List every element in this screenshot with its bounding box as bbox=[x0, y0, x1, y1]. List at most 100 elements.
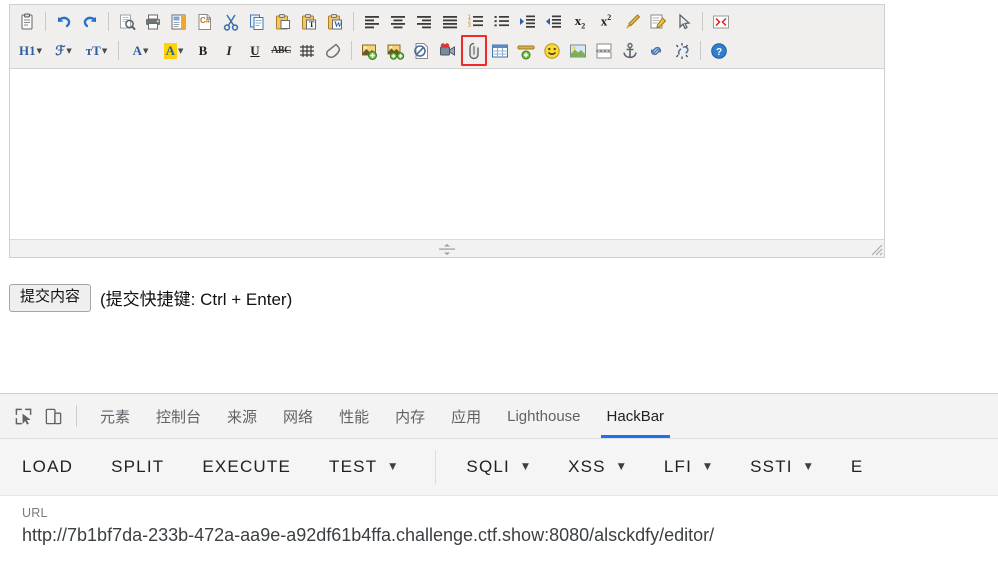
hackbar-url-label: URL bbox=[22, 506, 48, 520]
print-preview-icon[interactable] bbox=[114, 9, 140, 35]
devtools-tab-来源[interactable]: 来源 bbox=[214, 395, 270, 438]
hackbar-action-group: LOAD SPLIT EXECUTE TEST ▼ bbox=[22, 457, 435, 477]
heading-select[interactable]: H1 ▼ bbox=[14, 38, 47, 64]
align-justify-icon[interactable] bbox=[437, 9, 463, 35]
indent-increase-icon[interactable] bbox=[515, 9, 541, 35]
strikethrough-button[interactable]: ABC bbox=[268, 38, 294, 64]
background-color-select[interactable]: A ▼ bbox=[157, 38, 190, 64]
hackbar-button-sqli[interactable]: SQLI ▼ bbox=[466, 457, 530, 477]
vertical-resize-handle[interactable] bbox=[437, 243, 457, 255]
devtools-tab-性能[interactable]: 性能 bbox=[326, 395, 382, 438]
align-right-icon[interactable] bbox=[411, 9, 437, 35]
devtools-tab-元素[interactable]: 元素 bbox=[87, 395, 143, 438]
chevron-down-icon: ▼ bbox=[617, 462, 626, 472]
text-color-select[interactable]: A ▼ bbox=[124, 38, 157, 64]
text-color-select-label: A bbox=[132, 42, 142, 58]
remove-format-grid-icon[interactable] bbox=[294, 38, 320, 64]
indent-decrease-icon[interactable] bbox=[541, 9, 567, 35]
font-size-select-label: ᴛT bbox=[85, 42, 101, 58]
heading-select-label: H1 bbox=[18, 42, 36, 58]
inspect-element-icon bbox=[15, 408, 31, 425]
code-csharp-icon[interactable]: C# bbox=[192, 9, 218, 35]
ordered-list-icon[interactable]: 123 bbox=[463, 9, 489, 35]
hackbar-button-test[interactable]: TEST ▼ bbox=[329, 457, 397, 477]
devtools-tab-内存[interactable]: 内存 bbox=[382, 395, 438, 438]
insert-horizontal-rule-icon[interactable] bbox=[513, 38, 539, 64]
chevron-down-icon: ▼ bbox=[389, 462, 398, 472]
fullscreen-icon[interactable] bbox=[708, 9, 734, 35]
hackbar-button-label: SPLIT bbox=[111, 457, 165, 476]
font-family-select[interactable]: ℱ ▼ bbox=[47, 38, 80, 64]
copy-icon[interactable] bbox=[244, 9, 270, 35]
subscript-icon[interactable]: x2 bbox=[567, 9, 593, 35]
hackbar-button-label: XSS bbox=[568, 457, 606, 476]
align-left-icon[interactable] bbox=[359, 9, 385, 35]
toolbar-separator bbox=[118, 41, 119, 60]
superscript-icon[interactable]: x2 bbox=[593, 9, 619, 35]
italic-label: I bbox=[226, 42, 232, 58]
insert-video-icon[interactable] bbox=[435, 38, 461, 64]
unordered-list-icon[interactable] bbox=[489, 9, 515, 35]
paste-from-word-icon[interactable]: W bbox=[322, 9, 348, 35]
hackbar-url-input[interactable]: http://7b1bf7da-233b-472a-aa9e-a92df61b4… bbox=[22, 525, 998, 546]
devtools-tab-网络[interactable]: 网络 bbox=[270, 395, 326, 438]
align-center-icon[interactable] bbox=[385, 9, 411, 35]
submit-row: 提交内容 (提交快捷键: Ctrl + Enter) bbox=[9, 284, 292, 312]
paste-icon[interactable] bbox=[270, 9, 296, 35]
resize-grip-icon[interactable] bbox=[870, 243, 883, 256]
insert-flash-icon[interactable] bbox=[409, 38, 435, 64]
unlink-icon[interactable] bbox=[669, 38, 695, 64]
devtools-tab-lighthouse[interactable]: Lighthouse bbox=[494, 395, 593, 438]
eraser-icon[interactable] bbox=[320, 38, 346, 64]
select-cursor-icon[interactable] bbox=[671, 9, 697, 35]
insert-link-icon[interactable] bbox=[643, 38, 669, 64]
print-icon[interactable] bbox=[140, 9, 166, 35]
hackbar-button-label: EXECUTE bbox=[202, 457, 292, 476]
editor-content-area[interactable] bbox=[10, 69, 884, 239]
edit-source-icon[interactable] bbox=[645, 9, 671, 35]
template-icon[interactable] bbox=[166, 9, 192, 35]
devtools-tab-hackbar[interactable]: HackBar bbox=[594, 395, 678, 438]
hackbar-button-split[interactable]: SPLIT bbox=[111, 457, 164, 477]
inspect-element-button[interactable] bbox=[8, 401, 38, 431]
vertical-resize-icon bbox=[439, 243, 455, 255]
format-brush-icon[interactable] bbox=[619, 9, 645, 35]
font-family-select-label: ℱ bbox=[55, 42, 66, 58]
hackbar-button-e[interactable]: E bbox=[851, 457, 864, 477]
insert-image-icon[interactable] bbox=[357, 38, 383, 64]
hackbar-button-lfi[interactable]: LFI ▼ bbox=[664, 457, 712, 477]
chevron-down-icon: ▼ bbox=[36, 46, 42, 55]
hackbar-button-load[interactable]: LOAD bbox=[22, 457, 73, 477]
hackbar-button-execute[interactable]: EXECUTE bbox=[202, 457, 291, 477]
insert-attachment-icon[interactable] bbox=[461, 35, 487, 66]
submit-content-button[interactable]: 提交内容 bbox=[9, 284, 92, 312]
devtools-tab-控制台[interactable]: 控制台 bbox=[143, 395, 214, 438]
insert-multi-image-icon[interactable] bbox=[383, 38, 409, 64]
submit-shortcut-hint: (提交快捷键: Ctrl + Enter) bbox=[100, 290, 293, 310]
hackbar-group-separator bbox=[435, 450, 437, 484]
anchor-icon[interactable] bbox=[617, 38, 643, 64]
paste-from-clipboard-icon[interactable] bbox=[14, 9, 40, 35]
insert-emoticon-icon[interactable] bbox=[539, 38, 565, 64]
devtools-tab-应用[interactable]: 应用 bbox=[438, 395, 494, 438]
svg-text:?: ? bbox=[716, 47, 722, 58]
paste-as-text-icon[interactable]: T bbox=[296, 9, 322, 35]
font-size-select[interactable]: ᴛT ▼ bbox=[80, 38, 113, 64]
strikethrough-label: ABC bbox=[271, 45, 291, 56]
hackbar-button-ssti[interactable]: SSTI ▼ bbox=[750, 457, 813, 477]
hackbar-button-xss[interactable]: XSS ▼ bbox=[568, 457, 626, 477]
redo-icon[interactable] bbox=[77, 9, 103, 35]
insert-map-icon[interactable] bbox=[565, 38, 591, 64]
page-break-icon[interactable] bbox=[591, 38, 617, 64]
hackbar-button-label: LOAD bbox=[22, 457, 74, 476]
toolbar-separator bbox=[353, 12, 354, 31]
device-toolbar-button[interactable] bbox=[38, 401, 68, 431]
help-icon[interactable]: ? bbox=[706, 38, 732, 64]
underline-button[interactable]: U bbox=[242, 38, 268, 64]
undo-icon[interactable] bbox=[51, 9, 77, 35]
cut-icon[interactable] bbox=[218, 9, 244, 35]
chevron-down-icon: ▼ bbox=[704, 462, 713, 472]
insert-table-icon[interactable] bbox=[487, 38, 513, 64]
italic-button[interactable]: I bbox=[216, 38, 242, 64]
bold-button[interactable]: B bbox=[190, 38, 216, 64]
